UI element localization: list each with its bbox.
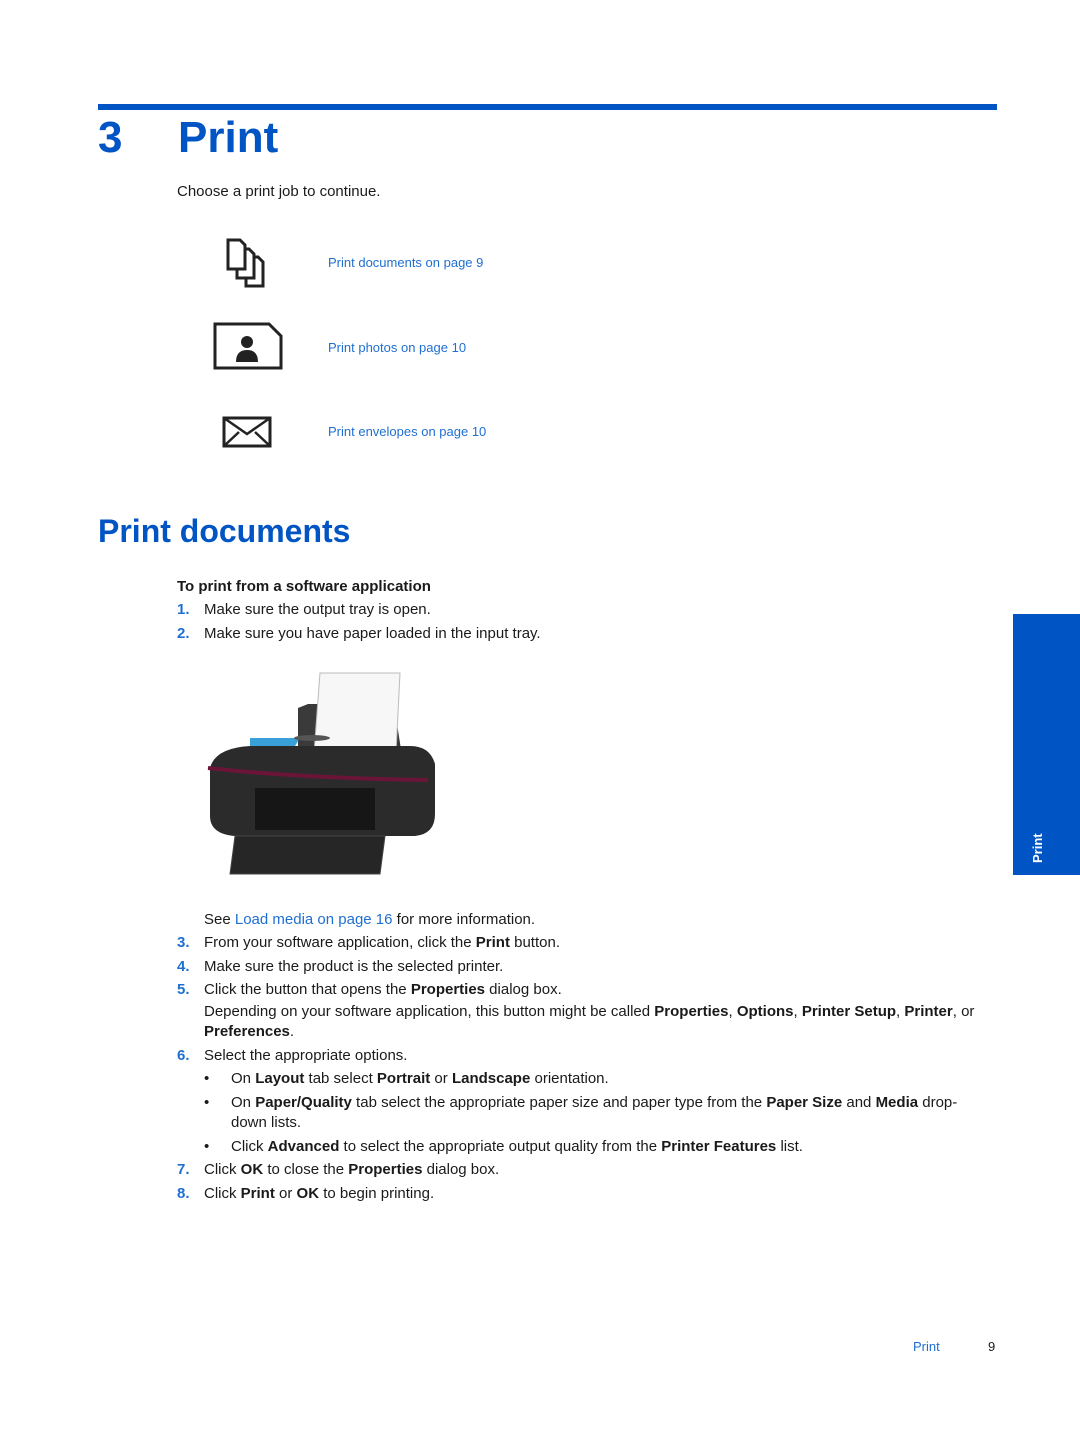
print-job-documents[interactable]: Print documents on page 9 — [210, 235, 610, 295]
chapter-rule — [98, 104, 997, 110]
footer-section: Print — [913, 1339, 940, 1354]
see-also: See Load media on page 16 for more infor… — [204, 911, 536, 928]
chapter-number: 3 — [98, 113, 123, 162]
photo-icon — [213, 322, 283, 370]
print-documents-link[interactable]: Print documents on page 9 — [328, 255, 483, 270]
chapter-title: Print — [178, 113, 279, 162]
printer-illustration — [207, 672, 435, 875]
print-job-photos[interactable]: Print photos on page 10 — [210, 320, 610, 380]
envelope-icon — [222, 416, 272, 448]
chapter-heading: 3 Print — [98, 112, 278, 164]
intro-text: Choose a print job to continue. — [177, 183, 381, 200]
footer-page-number: 9 — [988, 1339, 996, 1354]
load-media-link[interactable]: Load media on page 16 — [235, 911, 393, 928]
side-tab-print[interactable]: Print — [1013, 614, 1080, 875]
print-photos-link[interactable]: Print photos on page 10 — [328, 340, 466, 355]
side-tab-label: Print — [1030, 833, 1045, 863]
print-envelopes-link[interactable]: Print envelopes on page 10 — [328, 424, 486, 439]
step-5-note: Depending on your software application, … — [204, 1003, 975, 1040]
documents-icon — [226, 238, 265, 288]
print-job-envelopes[interactable]: Print envelopes on page 10 — [210, 410, 610, 470]
section-title: Print documents — [98, 513, 351, 549]
procedure-title: To print from a software application — [177, 578, 431, 595]
